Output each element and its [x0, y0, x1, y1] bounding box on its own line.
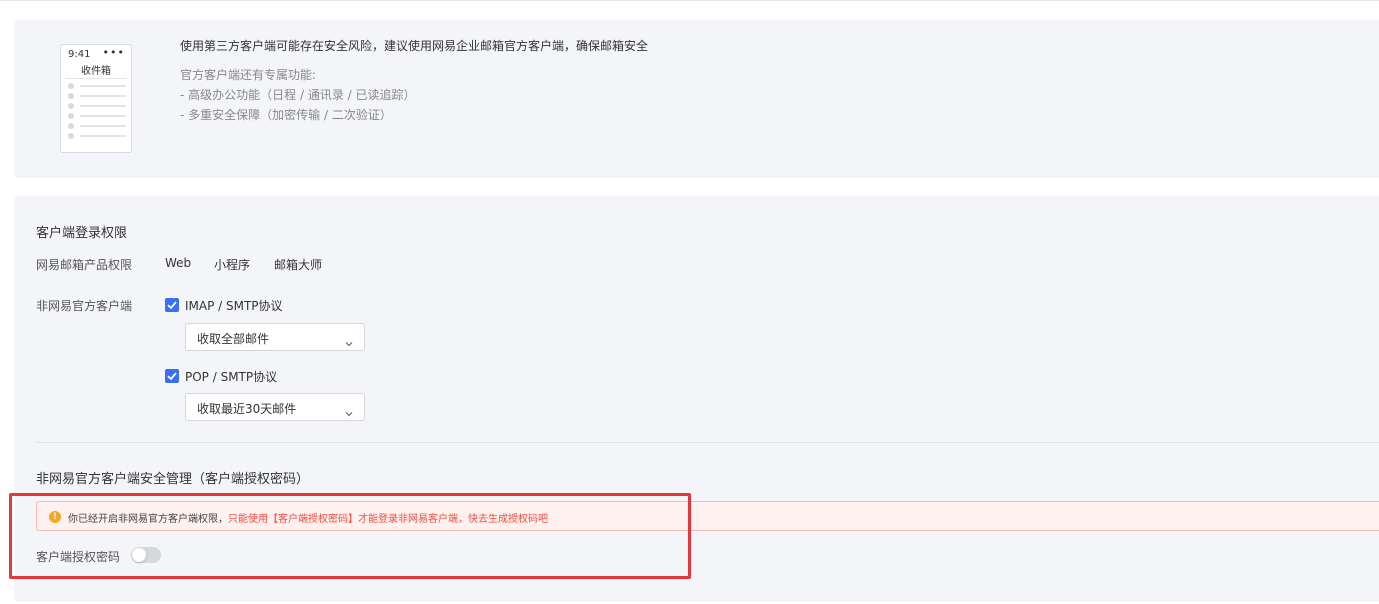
official-client-recommendation: 9:41 ••• 收件箱 使用第三方客户端可能存在安全风险，建议使用网易企业邮箱… — [14, 20, 1379, 178]
pop-fetch-value: 收取最近30天邮件 — [197, 402, 297, 416]
product-mini-program: 小程序 — [214, 258, 251, 272]
section-divider — [36, 442, 1379, 443]
phone-menu-icon: ••• — [102, 46, 125, 59]
product-permissions-label: 网易邮箱产品权限 — [36, 258, 133, 272]
top-divider — [0, 0, 1379, 1]
annotation-highlight-box — [9, 493, 691, 579]
third-party-client-label: 非网易官方客户端 — [36, 299, 133, 313]
recommend-headline: 使用第三方客户端可能存在安全风险，建议使用网易企业邮箱官方客户端，确保邮箱安全 — [180, 39, 649, 53]
feature-item: - 高级办公功能（日程 / 通讯录 / 已读追踪） — [180, 88, 416, 102]
pop-checkbox[interactable] — [165, 369, 179, 383]
pop-fetch-select[interactable]: 收取最近30天邮件 — [185, 393, 365, 421]
chevron-down-icon — [345, 332, 353, 351]
phone-separator — [65, 78, 127, 79]
feature-item: - 多重安全保障（加密传输 / 二次验证） — [180, 108, 392, 122]
imap-fetch-select[interactable]: 收取全部邮件 — [185, 323, 365, 351]
pop-label: POP / SMTP协议 — [185, 370, 278, 384]
product-mail-master: 邮箱大师 — [274, 258, 323, 272]
imap-label: IMAP / SMTP协议 — [185, 299, 283, 313]
login-permissions-title: 客户端登录权限 — [36, 226, 128, 241]
phone-illustration: 9:41 ••• 收件箱 — [60, 44, 132, 153]
imap-checkbox[interactable] — [165, 298, 179, 312]
product-web: Web — [165, 256, 192, 270]
phone-inbox-title: 收件箱 — [81, 66, 111, 77]
features-intro: 官方客户端还有专属功能: — [180, 68, 317, 82]
phone-time: 9:41 — [68, 49, 91, 60]
chevron-down-icon — [345, 402, 353, 421]
security-management-title: 非网易官方客户端安全管理（客户端授权密码） — [36, 472, 310, 487]
imap-fetch-value: 收取全部邮件 — [197, 332, 270, 346]
